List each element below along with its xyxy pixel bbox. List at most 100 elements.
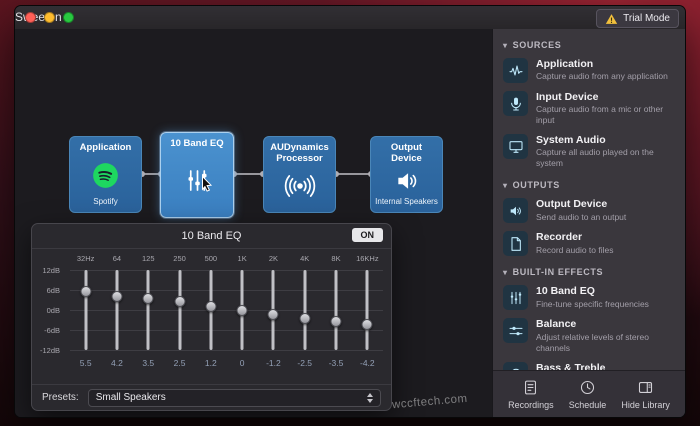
eq-slider-thumb[interactable]	[362, 319, 373, 330]
traffic-lights	[25, 12, 74, 23]
eq-band-value: -3.5	[320, 358, 351, 369]
eq-gain-values: 5.54.23.52.51.20-1.2-2.5-3.5-4.2	[70, 358, 383, 369]
eq-panel-header: 10 Band EQ ON	[32, 224, 391, 249]
library-item-recorder[interactable]: RecorderRecord audio to files	[493, 227, 685, 260]
eq-band-value: -4.2	[352, 358, 383, 369]
eq-band-slider[interactable]	[289, 270, 320, 350]
warning-icon	[605, 13, 618, 25]
toolbar-button-label: Schedule	[569, 400, 607, 410]
hide-library-button[interactable]: Hide Library	[621, 379, 670, 410]
connection-wire	[336, 173, 371, 175]
eq-slider-thumb[interactable]	[268, 309, 279, 320]
pipeline-node-application[interactable]: Application Spotify	[69, 136, 142, 213]
eq-db-label: -12dB	[28, 346, 62, 355]
library-item-10-band-eq[interactable]: 10 Band EQFine-tune specific frequencies	[493, 281, 685, 314]
library-item-text: ApplicationCapture audio from any applic…	[536, 58, 668, 82]
eq-slider-thumb[interactable]	[237, 305, 248, 316]
close-button[interactable]	[25, 12, 36, 23]
node-subtitle: Internal Speakers	[375, 198, 438, 207]
library-item-description: Adjust relative levels of stereo channel…	[536, 332, 675, 354]
eq-slider-thumb[interactable]	[331, 316, 342, 327]
eq-band-value: 4.2	[101, 358, 132, 369]
eq-slider-thumb[interactable]	[174, 296, 185, 307]
eq-slider-track	[366, 270, 369, 350]
eq-band-slider[interactable]	[352, 270, 383, 350]
desktop: Sweeten Trial Mode Application Spotify	[0, 0, 700, 426]
eq-db-scale: 12dB6dB0dB-6dB-12dB	[32, 270, 66, 350]
pipeline-node-output-device[interactable]: Output Device Internal Speakers	[370, 136, 443, 213]
eq-gridline	[70, 350, 383, 351]
connection-wire	[234, 173, 263, 175]
library-item-title: 10 Band EQ	[536, 285, 649, 298]
eq-slider-track	[147, 270, 150, 350]
pipeline-canvas[interactable]: Application Spotify 10 Band EQ AUDynamic…	[15, 29, 492, 417]
library-item-description: Capture all audio played on the system	[536, 147, 675, 169]
bottom-toolbar: Recordings Schedule Hide Library	[493, 370, 685, 417]
eq-slider-track	[178, 270, 181, 350]
eq-band-slider[interactable]	[258, 270, 289, 350]
eq-slider-thumb[interactable]	[111, 291, 122, 302]
library-item-text: 10 Band EQFine-tune specific frequencies	[536, 285, 649, 309]
eq-band-slider[interactable]	[70, 270, 101, 350]
speaker-icon	[503, 198, 528, 223]
eq-band-slider[interactable]	[164, 270, 195, 350]
library-item-balance[interactable]: BalanceAdjust relative levels of stereo …	[493, 314, 685, 357]
library-item-input-device[interactable]: Input DeviceCapture audio from a mic or …	[493, 87, 685, 130]
display-icon	[503, 134, 528, 159]
eq-band-slider[interactable]	[320, 270, 351, 350]
spotify-icon	[92, 153, 119, 198]
library-section-built-in-effects[interactable]: ▾BUILT-IN EFFECTS	[493, 260, 685, 281]
library-section-outputs[interactable]: ▾OUTPUTS	[493, 173, 685, 194]
eq-band-value: -2.5	[289, 358, 320, 369]
eq-slider-thumb[interactable]	[299, 313, 310, 324]
node-title: Output Device	[375, 142, 438, 165]
library-item-system-audio[interactable]: System AudioCapture all audio played on …	[493, 130, 685, 173]
eq-freq-label: 125	[133, 254, 164, 264]
eq-db-label: 6dB	[28, 286, 62, 295]
eq-band-slider[interactable]	[195, 270, 226, 350]
eq-slider-thumb[interactable]	[143, 293, 154, 304]
eq-band-slider[interactable]	[226, 270, 257, 350]
titlebar[interactable]: Sweeten Trial Mode	[15, 6, 685, 30]
library-item-description: Record audio to files	[536, 245, 614, 256]
toolbar-button-label: Hide Library	[621, 400, 670, 410]
library-item-bass-treble[interactable]: Bass & Treble	[493, 358, 685, 370]
presets-dropdown[interactable]: Small Speakers	[88, 389, 381, 407]
library-item-description: Fine-tune specific frequencies	[536, 299, 649, 310]
node-title: Application	[80, 142, 132, 153]
library-item-output-device[interactable]: Output DeviceSend audio to an output	[493, 194, 685, 227]
clock-icon	[579, 379, 596, 398]
eq-band-value: 2.5	[164, 358, 195, 369]
eq-freq-label: 32Hz	[70, 254, 101, 264]
eq-db-label: -6dB	[28, 326, 62, 335]
library-item-text: System AudioCapture all audio played on …	[536, 134, 675, 169]
zoom-button[interactable]	[63, 12, 74, 23]
library-item-description: Capture audio from a mic or other input	[536, 104, 675, 126]
schedule-button[interactable]: Schedule	[569, 379, 607, 410]
library-section-sources[interactable]: ▾SOURCES	[493, 33, 685, 54]
eq-band-value: 0	[226, 358, 257, 369]
eq-slider-thumb[interactable]	[205, 301, 216, 312]
trial-mode-badge[interactable]: Trial Mode	[596, 9, 679, 28]
eq-db-label: 12dB	[28, 266, 62, 275]
pipeline-node-audynamics-processor[interactable]: AUDynamics Processor	[263, 136, 336, 213]
minimize-button[interactable]	[44, 12, 55, 23]
connection-wire	[142, 173, 161, 175]
library-item-title: Application	[536, 58, 668, 71]
knob-icon	[503, 362, 528, 370]
eq-slider-thumb[interactable]	[80, 286, 91, 297]
eq-slider-track	[115, 270, 118, 350]
library-item-title: Balance	[536, 318, 675, 331]
recordings-button[interactable]: Recordings	[508, 379, 554, 410]
eq-frequency-labels: 32Hz641252505001K2K4K8K16KHz	[70, 254, 383, 264]
node-subtitle: Spotify	[93, 198, 117, 207]
eq-band-slider[interactable]	[101, 270, 132, 350]
recordings-icon	[522, 379, 539, 398]
library-item-application[interactable]: ApplicationCapture audio from any applic…	[493, 54, 685, 87]
pipeline-node-10-band-eq[interactable]: 10 Band EQ	[160, 132, 234, 218]
waveform-icon	[503, 58, 528, 83]
library-list: ▾SOURCES ApplicationCapture audio from an…	[493, 29, 685, 370]
eq-power-button[interactable]: ON	[352, 228, 384, 242]
library-item-title: Recorder	[536, 231, 614, 244]
eq-band-slider[interactable]	[133, 270, 164, 350]
